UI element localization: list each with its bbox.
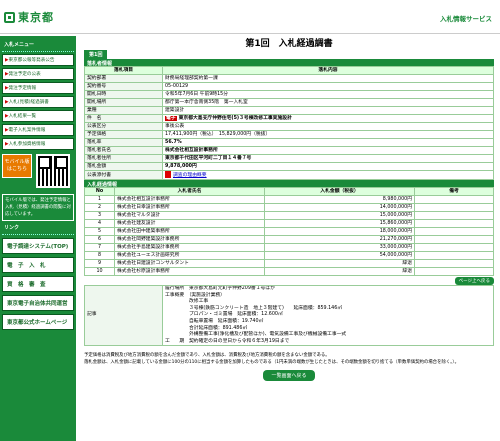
sidebar-item-qualification[interactable]: ▶入札参加資格情報	[2, 138, 74, 150]
service-title: 入札情報サービス	[440, 15, 492, 23]
sidebar-item-bid-record[interactable]: ▶入札(見積)経過調書	[2, 96, 74, 108]
table-row: 契約部署 財務局経理部契約第一課	[84, 74, 494, 83]
table-row: 落札者住所 東京都千代田区平河町二丁目１４番７号	[84, 154, 494, 163]
e-procurement-top-button[interactable]: 電子調達システム(TOP)	[2, 238, 74, 254]
page-title: 第1回 入札経過調書	[245, 39, 333, 49]
col-header-bidder: 入札者氏名	[114, 187, 265, 196]
table-row: 業種 建築設計	[84, 106, 494, 115]
qr-code-icon	[36, 154, 70, 188]
back-to-list-button[interactable]: 一覧画面へ戻る	[263, 370, 315, 382]
table-row: 落札者氏名 株式会社相互設計事務所	[84, 146, 494, 155]
table-row: 開札場所 都庁第一本庁舎南側35階 第一入札室	[84, 98, 494, 107]
section-bid-history: 入札経過情報	[84, 180, 494, 188]
logo-text: 東京都	[18, 11, 54, 24]
col-header-note: 備考	[414, 187, 494, 196]
table-row: 5 株式会社田中建築事務所 18,000,000円	[84, 227, 494, 236]
table-row: 件 名電子 東京都大島支庁仲野住宅(5)３号棟改修工事実施設計	[84, 114, 494, 123]
sidebar-item-bid-results[interactable]: ▶入札結果一覧	[2, 110, 74, 122]
pdf-icon	[165, 171, 171, 178]
col-header-content: 落札内容	[162, 66, 494, 75]
sidebar-menu-title: 入札メニュー	[2, 38, 74, 52]
table-row: 8 株式会社ユーエス計画研究所 54,000,000円	[84, 251, 494, 260]
table-row: 2 株式会社日幸設計事務所 14,000,000円	[84, 203, 494, 212]
project-name: 東京都大島支庁仲野住宅(5)３号棟改修工事実施設計	[178, 116, 292, 121]
tokyo-e-gov-link[interactable]: 東京電子自治体共同運営	[2, 295, 74, 311]
remarks-label: 記事	[84, 284, 163, 347]
table-row: 4 株式会社建友設計 15,860,000円	[84, 219, 494, 228]
col-header-no: No	[84, 187, 115, 196]
mobile-version-button[interactable]: モバイル版 はこちら	[2, 154, 32, 178]
e-bidding-button[interactable]: 電 子 入 札	[2, 257, 74, 273]
tokyo-emblem-icon	[4, 11, 15, 23]
sidebar-links-title: リンク	[2, 221, 74, 235]
table-row: 開札日時 令和5年7月6日 午前9時15分	[84, 90, 494, 99]
electronic-badge: 電子	[165, 116, 177, 121]
table-row: 公表区分 事後公表	[84, 122, 494, 131]
table-row: 公表添付書 調査の理由概要	[84, 170, 494, 180]
sidebar-item-public-notice[interactable]: ▶東京都公報等発表公告	[2, 54, 74, 66]
main-content: 第1回 入札経過調書 第1回 落札者情報 落札項目 落札内容 契約部署 財務局経理部…	[84, 36, 494, 382]
section-winner-info: 落札者情報	[84, 59, 494, 67]
site-header: 東京都 入札情報サービス	[0, 0, 500, 34]
sidebar-item-order-plan-info[interactable]: ▶発注予定情報	[2, 82, 74, 94]
remarks-table: 記事 履行場所 東京都大島町元町字仲野209番１号ほか 工事概要 （実施設計業務…	[84, 284, 494, 347]
winner-table: 落札項目 落札内容 契約部署 財務局経理部契約第一課 契約番号 05-00129 開札…	[84, 66, 494, 180]
page-top-button[interactable]: ページ上へ戻る	[454, 277, 494, 285]
bid-table: No 入札者氏名 入札金額（税抜） 備考 1 株式会社相互設計事務所 8,980,0…	[84, 187, 494, 276]
tab-round-1[interactable]: 第1回	[84, 50, 108, 59]
remarks-content: 履行場所 東京都大島町元町字仲野209番１号ほか 工事概要 （実施設計業務） 改…	[162, 284, 494, 347]
tokyo-official-site-link[interactable]: 東京都公式ホームページ	[2, 314, 74, 330]
sidebar: 入札メニュー ▶東京都公報等発表公告 ▶発注予定の公表 ▶発注予定情報 ▶入札(…	[0, 36, 76, 441]
table-row: 落札率 56.7%	[84, 138, 494, 147]
footnotes: 予定価格は消費税及び地方消費税の額を含んだ金額であり、入札金額は、消費税及び地方…	[84, 353, 460, 366]
table-row: 1 株式会社相互設計事務所 8,980,000円	[84, 195, 494, 204]
col-header-amount: 入札金額（税抜）	[264, 187, 415, 196]
table-row: 落札金額 9,878,000円	[84, 162, 494, 171]
qualification-review-button[interactable]: 資 格 審 査	[2, 276, 74, 292]
table-row: 10 株式会社杉原設計事務所 辞退	[84, 267, 494, 276]
tokyo-logo[interactable]: 東京都	[4, 9, 54, 25]
sidebar-item-e-bid-cases[interactable]: ▶電子入札案件情報	[2, 124, 74, 136]
mobile-note: モバイル版では、発注予定情報と入札（見積）経過調書の閲覧に対応しています。	[2, 194, 74, 221]
col-header-item: 落札項目	[84, 66, 163, 75]
sidebar-item-order-plan-publish[interactable]: ▶発注予定の公表	[2, 68, 74, 80]
table-row: 契約番号 05-00129	[84, 82, 494, 91]
attachment-link[interactable]: 調査の理由概要	[173, 173, 207, 178]
table-row: 7 株式会社手島建築設計事務所 33,000,000円	[84, 243, 494, 252]
table-row: 予定価格 17,411,900円（税込） 15,829,000円（税抜）	[84, 130, 494, 139]
table-row: 9 株式会社日建設計コンサルタント 辞退	[84, 259, 494, 268]
table-row: 6 株式会社岡野建築設計事務所 21,270,000円	[84, 235, 494, 244]
table-row: 3 株式会社マルタ設計 15,000,000円	[84, 211, 494, 220]
